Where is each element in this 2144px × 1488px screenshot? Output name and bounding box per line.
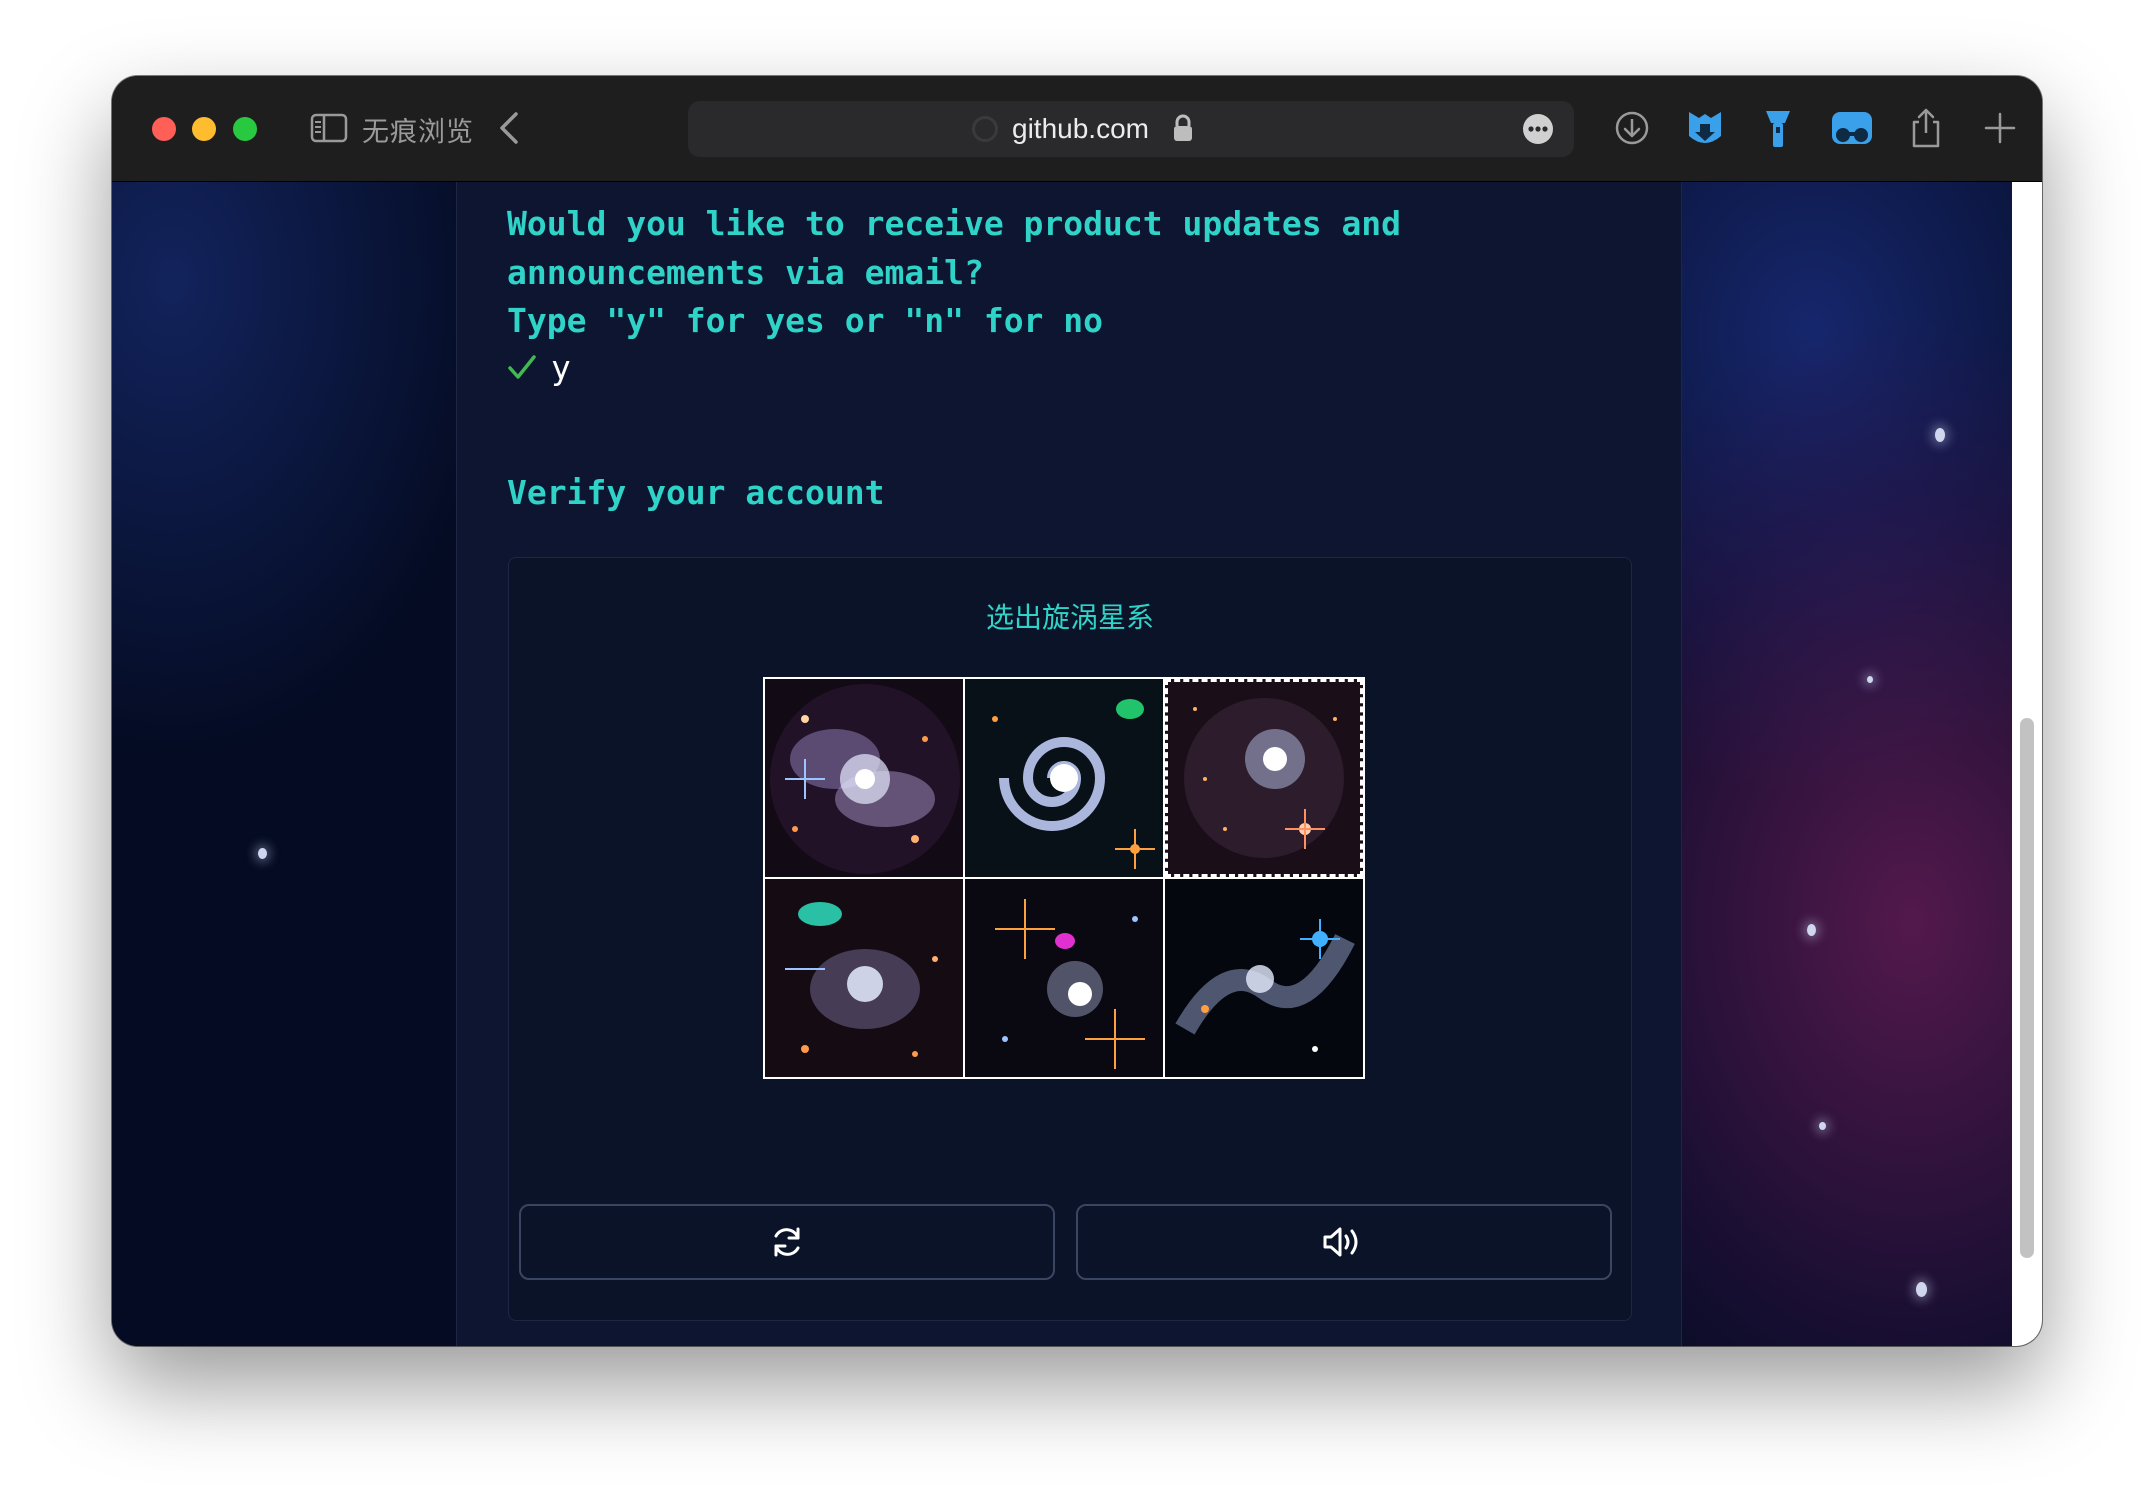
- browser-toolbar: 无痕浏览 github.com: [112, 76, 2042, 182]
- scrollbar-thumb[interactable]: [2020, 718, 2034, 1258]
- shield-extension-icon[interactable]: [1685, 106, 1725, 150]
- email-updates-question: Would you like to receive product update…: [507, 204, 1402, 340]
- background-star: [1935, 428, 1945, 442]
- lock-icon: [1174, 114, 1192, 141]
- close-window-button[interactable]: [152, 117, 176, 141]
- audio-captcha-button[interactable]: [1076, 1204, 1612, 1280]
- checkmark-icon: [508, 355, 536, 379]
- captcha-tile-6[interactable]: [1165, 879, 1363, 1077]
- private-browsing-label: 无痕浏览: [362, 117, 474, 148]
- verify-account-heading: Verify your account: [507, 473, 885, 512]
- captcha-box: 选出旋涡星系: [508, 557, 1632, 1321]
- url-text: github.com: [1012, 113, 1149, 144]
- background-star: [1867, 676, 1873, 683]
- refresh-captcha-button[interactable]: [519, 1204, 1055, 1280]
- minimize-window-button[interactable]: [192, 117, 216, 141]
- sidebar-toggle-icon[interactable]: [310, 112, 348, 144]
- new-tab-plus-icon[interactable]: [1980, 106, 2020, 150]
- glasses-extension-icon[interactable]: [1830, 106, 1874, 150]
- back-chevron-icon[interactable]: [496, 110, 522, 146]
- address-bar[interactable]: github.com: [688, 101, 1574, 157]
- captcha-tile-1[interactable]: [765, 679, 963, 877]
- zoom-window-button[interactable]: [233, 117, 257, 141]
- refresh-icon: [774, 1227, 800, 1257]
- share-icon[interactable]: [1906, 106, 1946, 150]
- captcha-tile-2[interactable]: [965, 679, 1163, 877]
- page-scrollbar[interactable]: [2012, 182, 2042, 1346]
- page-menu-icon[interactable]: [1522, 113, 1554, 145]
- answer-value: y: [551, 348, 571, 387]
- background-star: [1807, 924, 1816, 936]
- captcha-image-grid: [763, 677, 1365, 1079]
- captcha-tile-4[interactable]: [765, 879, 963, 1077]
- downloads-icon[interactable]: [1612, 106, 1652, 150]
- background-star: [1916, 1282, 1927, 1297]
- speaker-icon: [1323, 1227, 1358, 1257]
- browser-window: 无痕浏览 github.com Would you like to receiv…: [112, 76, 2042, 1346]
- signup-panel: Would you like to receive product update…: [456, 182, 1682, 1346]
- background-star: [1819, 1122, 1826, 1130]
- background-star: [258, 848, 267, 859]
- flashlight-extension-icon[interactable]: [1758, 106, 1798, 150]
- page-content: Would you like to receive product update…: [112, 182, 2042, 1346]
- captcha-tile-3[interactable]: [1165, 679, 1363, 877]
- loading-icon: [972, 116, 998, 142]
- captcha-prompt: 选出旋涡星系: [985, 601, 1154, 634]
- captcha-tile-5[interactable]: [965, 879, 1163, 1077]
